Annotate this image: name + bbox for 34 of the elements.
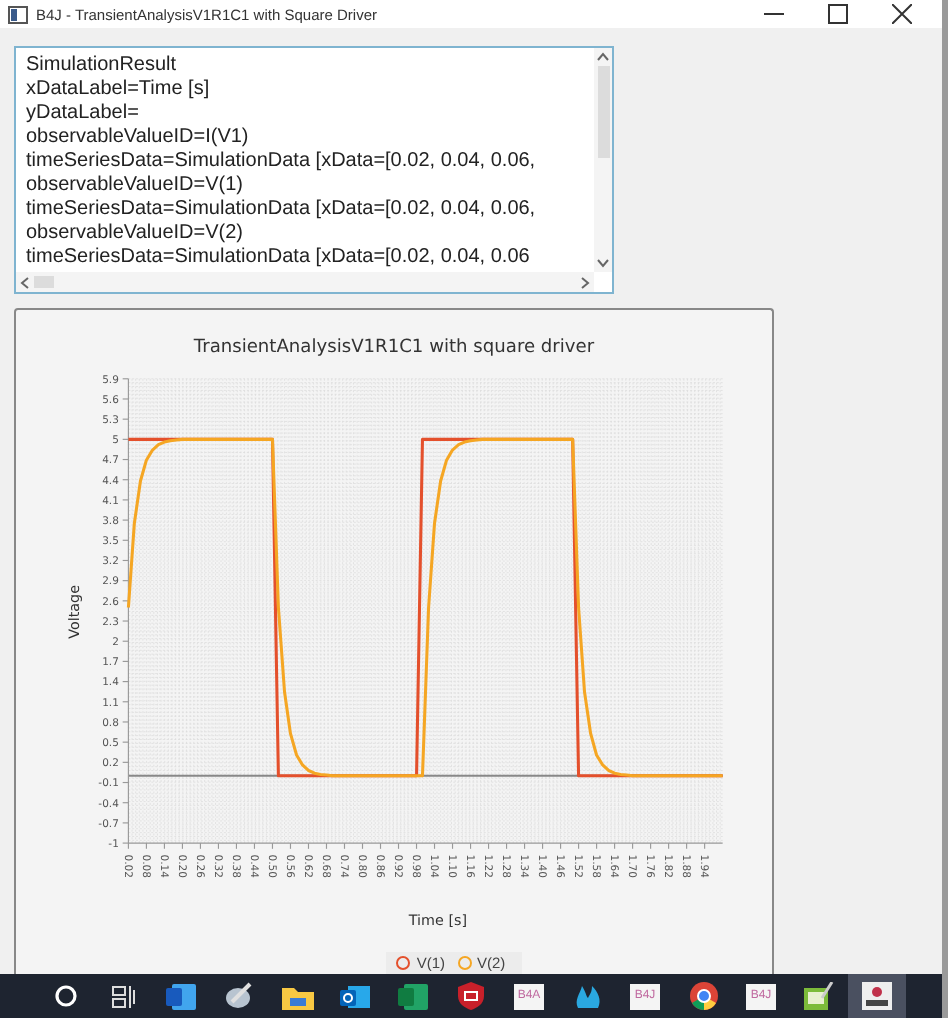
- browser-icon[interactable]: [689, 982, 717, 1010]
- search-icon[interactable]: [53, 984, 77, 1008]
- scroll-thumb[interactable]: [597, 66, 609, 158]
- spreadsheet-icon[interactable]: [398, 983, 428, 1009]
- text-line: observableValueID=I(V1): [26, 126, 251, 150]
- editor-icon[interactable]: [804, 982, 834, 1010]
- output-text-area[interactable]: [14, 46, 614, 294]
- text-line: timeSeriesData=SimulationData [xData=[0.02, 0.04, 0.06,: [26, 198, 538, 222]
- horizontal-scrollbar[interactable]: [16, 272, 594, 292]
- scroll-left-icon[interactable]: [20, 275, 30, 289]
- folder-icon[interactable]: [281, 983, 313, 1009]
- mail-icon[interactable]: [340, 983, 370, 1009]
- maximize-icon[interactable]: [828, 4, 848, 24]
- document-icon[interactable]: [166, 983, 196, 1009]
- text-line: yDataLabel=: [26, 102, 141, 126]
- app-icon: [8, 5, 28, 23]
- tool-icon[interactable]: [224, 982, 254, 1010]
- shield-icon[interactable]: [458, 982, 484, 1010]
- vertical-scrollbar[interactable]: [594, 48, 612, 272]
- task-view-icon[interactable]: [111, 985, 135, 1007]
- scroll-up-icon[interactable]: [596, 52, 610, 62]
- close-icon[interactable]: [892, 4, 912, 24]
- flame-icon[interactable]: [573, 982, 601, 1010]
- scroll-down-icon[interactable]: [596, 258, 610, 268]
- app-icon[interactable]: [862, 982, 892, 1010]
- chart-title: TransientAnalysisV1R1C1 with square driver: [193, 338, 595, 359]
- scroll-thumb[interactable]: [34, 276, 54, 288]
- text-line: timeSeriesData=SimulationData [xData=[0.02, 0.04, 0.06,: [26, 150, 538, 174]
- text-line: SimulationResult: [26, 54, 179, 78]
- text-line: xDataLabel=Time [s]: [26, 78, 212, 102]
- text-line: timeSeriesData=SimulationData [xData=[0.02, 0.04, 0.06: [26, 246, 532, 270]
- text-line: observableValueID=V(2): [26, 222, 245, 246]
- text-line: observableValueID=V(1): [26, 174, 245, 198]
- scroll-right-icon[interactable]: [580, 275, 590, 289]
